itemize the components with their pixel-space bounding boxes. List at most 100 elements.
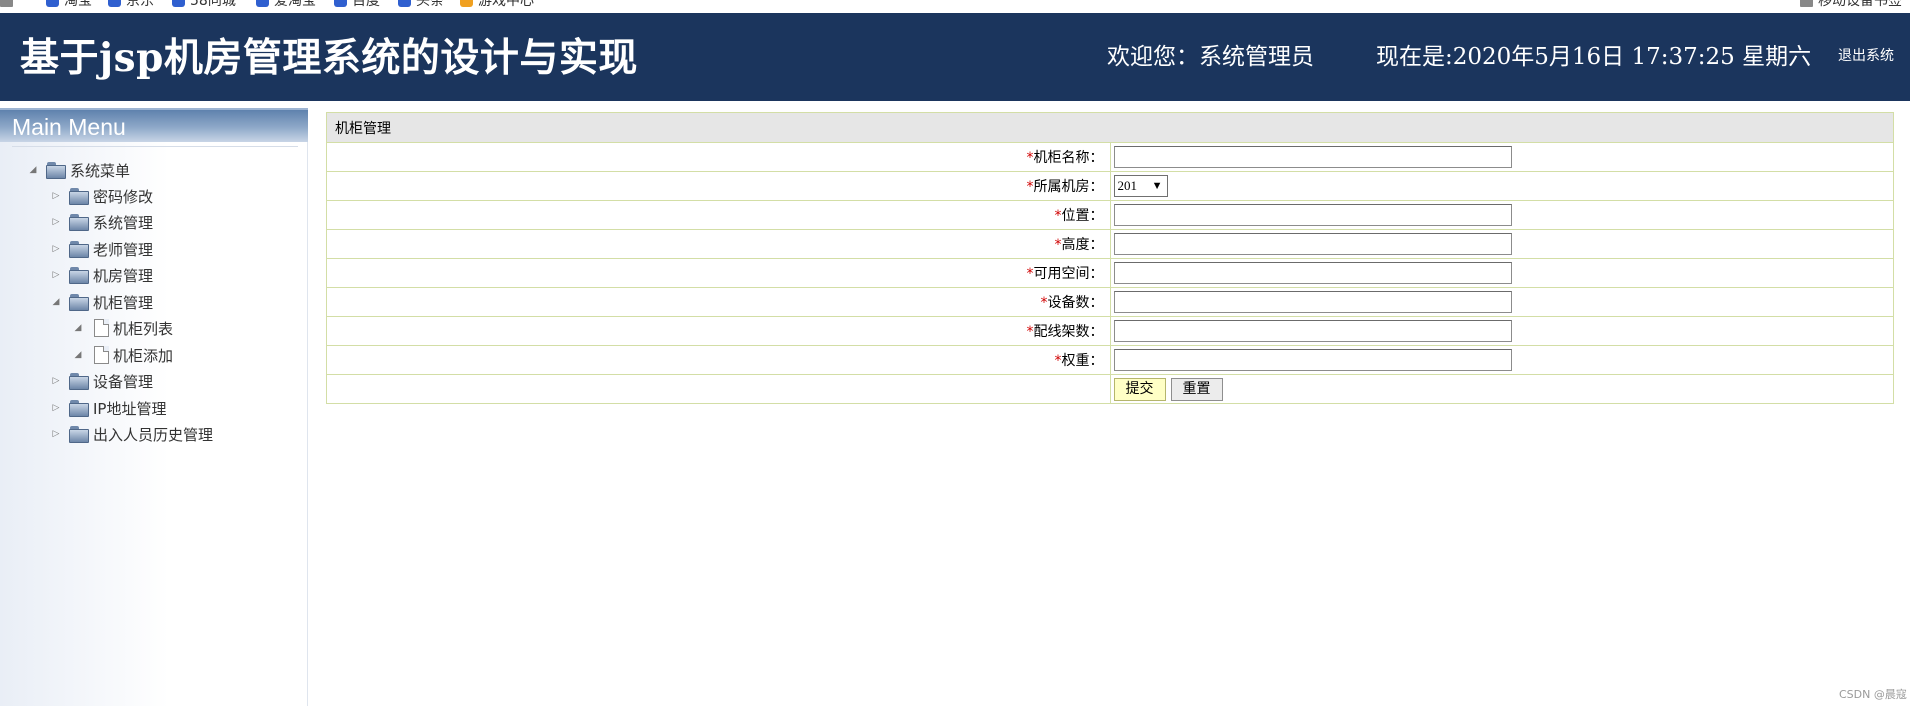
- folder-icon: [69, 266, 89, 284]
- expand-icon[interactable]: ▷: [49, 263, 63, 287]
- form-row: *机柜名称：: [326, 142, 1894, 172]
- menu-item-cabinet-list[interactable]: ◢ 机柜列表: [71, 316, 173, 340]
- patch-panel-count-input[interactable]: [1113, 320, 1512, 342]
- sidebar: Main Menu ◢ 系统菜单 ▷ 密码修改 ▷ 系统管理 ▷ 老师管理 ▷ …: [0, 108, 308, 706]
- bookmark-item[interactable]: 头条: [398, 0, 444, 9]
- bookmark-icon: [108, 0, 121, 7]
- field-label: *配线架数：: [326, 316, 1111, 346]
- folder-icon: [69, 293, 89, 311]
- cabinet-name-input[interactable]: [1113, 146, 1512, 168]
- bookmark-item[interactable]: 京东: [108, 0, 154, 9]
- folder-icon: [69, 187, 89, 205]
- menu-item-label: 系统管理: [93, 213, 154, 232]
- folder-icon: [69, 213, 89, 231]
- form-row: *设备数：: [326, 287, 1894, 317]
- bookmark-item[interactable]: 淘宝: [46, 0, 92, 9]
- bookmark-icon: [334, 0, 347, 7]
- expand-icon[interactable]: ▷: [49, 237, 63, 261]
- height-input[interactable]: [1113, 233, 1512, 255]
- reset-button[interactable]: 重置: [1170, 377, 1223, 401]
- bookmarks-bar: 淘宝 京东 58同城 爱淘宝 百度 头条 游戏中心 移动设备书签: [0, 0, 1920, 13]
- form-row: *配线架数：: [326, 316, 1894, 346]
- page-icon: [94, 319, 109, 337]
- menu-item-ip[interactable]: ▷ IP地址管理: [49, 396, 166, 420]
- menu-item-label: 机房管理: [93, 266, 154, 285]
- field-label: *位置：: [326, 200, 1111, 230]
- game-icon: [460, 0, 473, 7]
- expand-icon[interactable]: ▷: [49, 396, 63, 420]
- menu-item-label: 老师管理: [93, 240, 154, 259]
- divider: [12, 146, 298, 147]
- bookmark-item[interactable]: 58同城: [172, 0, 236, 9]
- form-actions-row: 提交 重置: [326, 374, 1894, 404]
- bookmark-icon: [46, 0, 59, 7]
- form-row: *可用空间：: [326, 258, 1894, 288]
- expand-icon[interactable]: ▷: [49, 184, 63, 208]
- menu-item-cabinet-add[interactable]: ◢ 机柜添加: [71, 343, 173, 367]
- home-bookmark[interactable]: [0, 0, 18, 8]
- menu-item-room[interactable]: ▷ 机房管理: [49, 263, 153, 287]
- cabinet-form: 机柜管理 *机柜名称： *所属机房： 201 ▼ *位置： *高度： *可用空间：…: [326, 112, 1894, 404]
- leaf-marker-icon: ◢: [74, 350, 82, 360]
- folder-icon: [69, 399, 89, 417]
- page-header: 基于jsp机房管理系统的设计与实现 欢迎您：系统管理员 现在是:2020年5月1…: [0, 13, 1910, 101]
- mobile-icon: [1800, 0, 1813, 7]
- folder-icon: [69, 372, 89, 390]
- expand-icon[interactable]: ▷: [49, 422, 63, 446]
- location-input[interactable]: [1113, 204, 1512, 226]
- chevron-down-icon: ▼: [1151, 180, 1163, 192]
- main-content: 机柜管理 *机柜名称： *所属机房： 201 ▼ *位置： *高度： *可用空间：…: [326, 112, 1894, 404]
- page-icon: [94, 346, 109, 364]
- menu-item-label: 机柜管理: [93, 293, 154, 312]
- site-title: 基于jsp机房管理系统的设计与实现: [20, 35, 638, 81]
- folder-icon: [46, 161, 66, 179]
- form-row: *所属机房： 201 ▼: [326, 171, 1894, 201]
- menu-item-label: 出入人员历史管理: [93, 425, 214, 444]
- menu-item-label: 设备管理: [93, 372, 154, 391]
- collapse-icon[interactable]: ◢: [49, 290, 63, 314]
- welcome-text: 欢迎您：系统管理员: [1107, 44, 1314, 70]
- bookmark-item[interactable]: 爱淘宝: [256, 0, 316, 9]
- leaf-marker-icon: ◢: [74, 323, 82, 333]
- expand-icon[interactable]: ▷: [49, 369, 63, 393]
- bookmark-item[interactable]: 游戏中心: [460, 0, 534, 9]
- menu-item-system[interactable]: ▷ 系统管理: [49, 210, 153, 234]
- logout-link[interactable]: 退出系统: [1838, 45, 1894, 65]
- form-row: *高度：: [326, 229, 1894, 259]
- mobile-bookmarks[interactable]: 移动设备书签: [1800, 0, 1902, 9]
- menu-item-teacher[interactable]: ▷ 老师管理: [49, 237, 153, 261]
- room-select[interactable]: 201 ▼: [1113, 175, 1168, 197]
- field-label: *设备数：: [326, 287, 1111, 317]
- collapse-icon[interactable]: ◢: [26, 158, 40, 182]
- form-caption: 机柜管理: [326, 112, 1894, 143]
- field-label: *权重：: [326, 345, 1111, 375]
- home-icon: [0, 0, 13, 7]
- field-label: *所属机房：: [326, 171, 1111, 201]
- current-time: 现在是:2020年5月16日 17:37:25 星期六: [1376, 44, 1812, 70]
- menu-item-access-history[interactable]: ▷ 出入人员历史管理: [49, 422, 213, 446]
- field-label: *可用空间：: [326, 258, 1111, 288]
- menu-item-device[interactable]: ▷ 设备管理: [49, 369, 153, 393]
- bookmark-icon: [256, 0, 269, 7]
- weight-input[interactable]: [1113, 349, 1512, 371]
- bookmark-icon: [398, 0, 411, 7]
- menu-heading: Main Menu: [0, 108, 308, 142]
- bookmark-item[interactable]: 百度: [334, 0, 380, 9]
- bookmark-icon: [172, 0, 185, 7]
- folder-icon: [69, 425, 89, 443]
- expand-icon[interactable]: ▷: [49, 210, 63, 234]
- tree-root[interactable]: ◢ 系统菜单: [26, 158, 130, 182]
- form-row: *权重：: [326, 345, 1894, 375]
- available-space-input[interactable]: [1113, 262, 1512, 284]
- menu-item-label: 密码修改: [93, 187, 154, 206]
- submit-button[interactable]: 提交: [1113, 377, 1166, 401]
- menu-item-cabinet[interactable]: ◢ 机柜管理: [49, 290, 153, 314]
- tree-root-label: 系统菜单: [70, 161, 131, 180]
- device-count-input[interactable]: [1113, 291, 1512, 313]
- field-label: *高度：: [326, 229, 1111, 259]
- field-label: *机柜名称：: [326, 142, 1111, 172]
- menu-item-password[interactable]: ▷ 密码修改: [49, 184, 153, 208]
- menu-item-label: 机柜列表: [113, 319, 174, 338]
- folder-icon: [69, 240, 89, 258]
- menu-item-label: IP地址管理: [93, 399, 167, 418]
